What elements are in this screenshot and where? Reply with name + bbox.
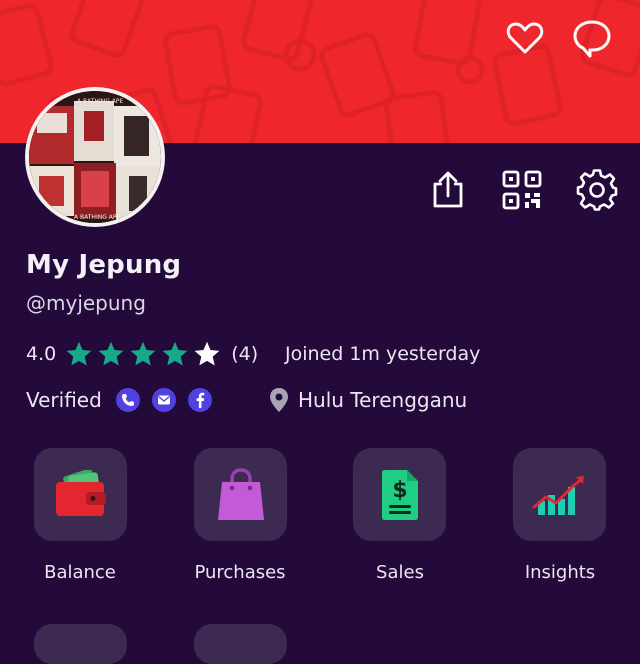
insights-tile[interactable]	[513, 448, 606, 541]
star-filled-icon	[98, 341, 124, 366]
heart-icon[interactable]	[503, 16, 547, 60]
rating-stars	[65, 340, 221, 368]
profile-name: My Jepung	[26, 250, 182, 280]
verified-label: Verified	[26, 388, 102, 412]
star-empty-icon	[194, 341, 220, 366]
location-text: Hulu Terengganu	[298, 388, 468, 412]
share-icon[interactable]	[424, 166, 472, 214]
star-filled-icon	[162, 341, 188, 366]
chart-trend-icon	[532, 475, 584, 515]
joined-date: Joined 1m yesterday	[285, 343, 481, 365]
next-row-tile[interactable]	[194, 624, 287, 664]
chat-icon[interactable]	[570, 16, 614, 60]
wallet-icon	[55, 469, 106, 516]
svg-text:$: $	[392, 478, 407, 503]
tile-label-purchases[interactable]: Purchases	[160, 562, 320, 583]
star-filled-icon	[130, 341, 156, 366]
avatar-poster-text: A BATHING APE	[74, 214, 120, 221]
purchases-tile[interactable]	[194, 448, 287, 541]
dollar-document-icon: $	[381, 469, 418, 520]
rating-value: 4.0	[26, 343, 57, 365]
next-row-tile[interactable]	[34, 624, 127, 664]
avatar-photo: A BATHING APE A BATHING APE	[29, 91, 161, 223]
facebook-icon	[187, 388, 212, 412]
rating-count: (4)	[231, 343, 259, 365]
location: Hulu Terengganu	[268, 386, 467, 414]
verified-row: Verified	[26, 386, 212, 414]
tile-label-balance[interactable]: Balance	[0, 562, 160, 583]
balance-tile[interactable]	[34, 448, 127, 541]
tile-label-insights[interactable]: Insights	[480, 562, 640, 583]
email-icon	[151, 388, 176, 412]
profile-handle: @myjepung	[26, 291, 146, 315]
phone-icon	[115, 388, 140, 412]
sales-tile[interactable]: $	[353, 448, 446, 541]
avatar[interactable]: A BATHING APE A BATHING APE	[25, 87, 165, 227]
qr-code-icon[interactable]	[498, 166, 546, 214]
star-filled-icon	[66, 341, 92, 366]
tile-label-sales[interactable]: Sales	[320, 562, 480, 583]
rating-row[interactable]: 4.0 (4)	[26, 340, 258, 368]
location-pin-icon	[270, 388, 288, 412]
shopping-bag-icon	[217, 467, 264, 520]
gear-icon[interactable]	[573, 166, 621, 214]
avatar-poster-text: A BATHING APE	[77, 98, 123, 105]
